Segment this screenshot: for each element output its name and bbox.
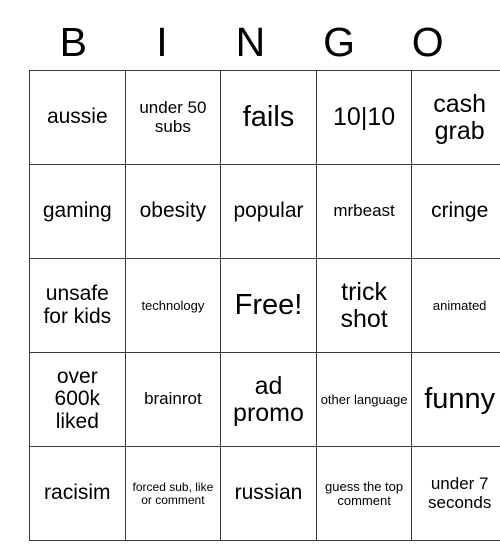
bingo-cell[interactable]: obesity — [124, 164, 222, 259]
bingo-cell[interactable]: mrbeast — [315, 164, 413, 259]
bingo-cell[interactable]: brainrot — [124, 352, 222, 447]
bingo-row: unsafe for kids technology Free! trick s… — [29, 258, 500, 353]
bingo-cell[interactable]: funny — [411, 352, 500, 447]
bingo-cell[interactable]: russian — [220, 446, 317, 541]
header-letter-b: B — [59, 18, 87, 65]
bingo-cell[interactable]: technology — [124, 258, 222, 353]
bingo-cell[interactable]: cringe — [411, 164, 500, 259]
bingo-cell[interactable]: guess the top comment — [315, 446, 413, 541]
bingo-cell-label: mrbeast — [333, 201, 395, 221]
bingo-cell-label: popular — [233, 199, 304, 223]
header-letter-n: N — [235, 18, 266, 65]
header-letter-i: I — [156, 18, 168, 65]
bingo-cell-label: cringe — [431, 199, 489, 223]
bingo-row: racisim forced sub, like or comment russ… — [29, 446, 500, 541]
bingo-cell-label: funny — [424, 383, 496, 416]
bingo-cell[interactable]: animated — [411, 258, 500, 353]
bingo-cell-label: under 7 seconds — [428, 474, 492, 512]
bingo-cell[interactable]: 10|10 — [315, 70, 413, 165]
bingo-cell-label: fails — [242, 101, 295, 134]
bingo-header-row: B I N G O — [29, 14, 472, 70]
bingo-card: B I N G O aussie under 50 subs fails 10|… — [29, 14, 500, 541]
bingo-cell-label: other language — [320, 391, 408, 407]
bingo-cell-label: cash grab — [433, 90, 487, 145]
bingo-cell[interactable]: gaming — [29, 164, 126, 259]
bingo-cell-label: over 600k liked — [54, 365, 101, 433]
header-letter-o: O — [411, 18, 444, 65]
bingo-cell-label: forced sub, like or comment — [132, 479, 214, 507]
bingo-cell[interactable]: racisim — [29, 446, 126, 541]
bingo-cell-label: animated — [432, 297, 487, 313]
bingo-cell-label: racisim — [44, 481, 111, 505]
bingo-cell-label: unsafe for kids — [43, 282, 112, 328]
bingo-cell-label: gaming — [42, 199, 112, 223]
bingo-cell[interactable]: forced sub, like or comment — [124, 446, 222, 541]
bingo-cell-label: 10|10 — [333, 103, 396, 132]
bingo-cell-label: russian — [234, 481, 303, 505]
bingo-cell-free[interactable]: Free! — [220, 258, 317, 353]
header-letter-g: G — [323, 18, 356, 65]
bingo-cell[interactable]: under 50 subs — [124, 70, 222, 165]
bingo-cell-label: technology — [141, 297, 205, 313]
bingo-cell[interactable]: trick shot — [315, 258, 413, 353]
bingo-cell-label: under 50 subs — [139, 98, 207, 136]
bingo-row: over 600k liked brainrot ad promo other … — [29, 352, 500, 447]
bingo-row: gaming obesity popular mrbeast cringe — [29, 164, 500, 259]
bingo-grid: aussie under 50 subs fails 10|10 cash gr… — [29, 70, 500, 541]
bingo-cell[interactable]: ad promo — [220, 352, 317, 447]
bingo-row: aussie under 50 subs fails 10|10 cash gr… — [29, 70, 500, 165]
bingo-cell-label: trick shot — [340, 278, 388, 333]
bingo-cell-label: brainrot — [144, 389, 202, 409]
bingo-cell-label: Free! — [234, 289, 303, 322]
bingo-cell[interactable]: aussie — [29, 70, 126, 165]
bingo-cell[interactable]: unsafe for kids — [29, 258, 126, 353]
bingo-cell[interactable]: cash grab — [411, 70, 500, 165]
bingo-cell-label: guess the top comment — [325, 478, 404, 508]
bingo-cell[interactable]: over 600k liked — [29, 352, 126, 447]
bingo-cell-label: ad promo — [233, 372, 304, 427]
bingo-cell-label: aussie — [46, 105, 108, 129]
bingo-cell[interactable]: other language — [315, 352, 413, 447]
bingo-cell[interactable]: under 7 seconds — [411, 446, 500, 541]
bingo-cell[interactable]: fails — [220, 70, 317, 165]
bingo-cell[interactable]: popular — [220, 164, 317, 259]
bingo-cell-label: obesity — [139, 199, 207, 223]
